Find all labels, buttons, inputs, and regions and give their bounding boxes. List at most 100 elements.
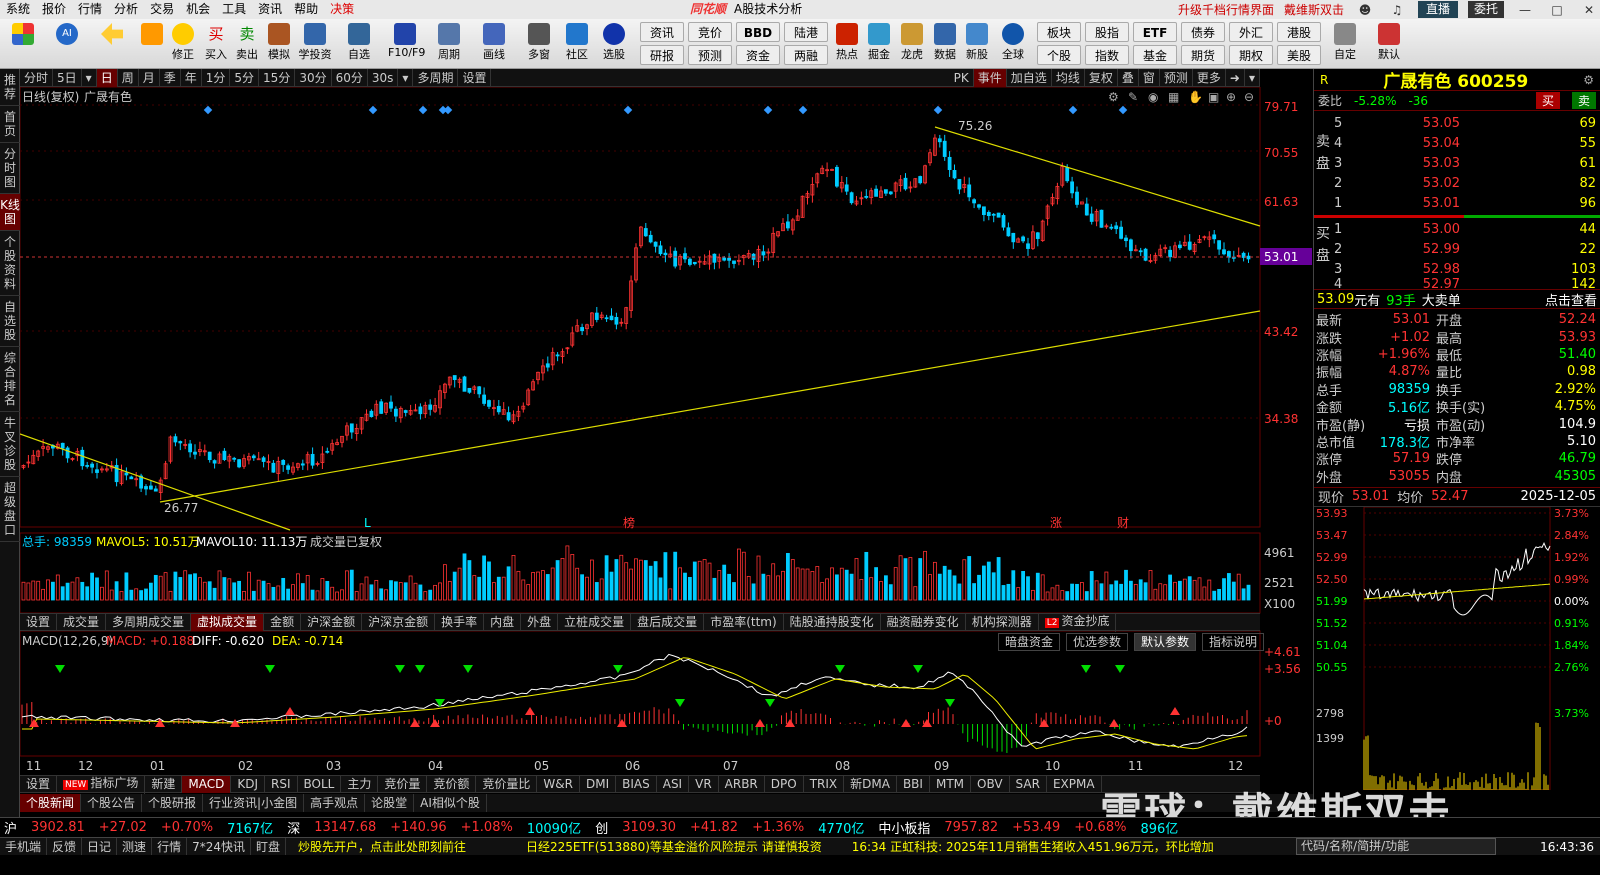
hotspot-button[interactable]: 热点 [830, 21, 864, 67]
period-1min[interactable]: 1分 [202, 68, 231, 87]
vtab-volume[interactable]: 成交量 [57, 613, 107, 631]
dig-button[interactable]: 掘金 [862, 21, 896, 67]
vtab-hsj-amount[interactable]: 沪深京金额 [362, 613, 436, 631]
itab-bbi[interactable]: BBI [897, 775, 930, 793]
community-button[interactable]: 社区 [560, 21, 594, 67]
ntab-forum[interactable]: 论股堂 [365, 794, 415, 812]
vtab-hs-amount[interactable]: 沪深金额 [301, 613, 363, 631]
ntab-announcement[interactable]: 个股公告 [81, 794, 143, 812]
sidebar-item-recommend[interactable]: 推荐 [0, 69, 20, 106]
quick-sell-button[interactable]: 卖 [1571, 92, 1596, 109]
global-button[interactable]: 全球 [996, 21, 1030, 67]
ntab-stock-news[interactable]: 个股新闻 [20, 794, 82, 812]
kline-chart-svg[interactable]: 日线(复权) 广晟有色 ⚙ ✎ ◉ ▦ ✋ ▣ ⊕ ⊖ 75.26 26.77 … [19, 86, 1315, 840]
forecast-tab-button[interactable]: 预测 [1160, 69, 1193, 87]
itab-new[interactable]: 新建 [145, 775, 183, 793]
menu-tools[interactable]: 工具 [216, 0, 252, 19]
hk-connect-button[interactable]: 陆港 [784, 22, 828, 42]
options-button[interactable]: 期权 [1229, 45, 1273, 65]
itab-vr[interactable]: VR [689, 775, 719, 793]
indicator-help-button[interactable]: 指标说明 [1202, 633, 1265, 651]
dwsst-link[interactable]: 戴维斯双击 [1284, 1, 1344, 18]
menu-news[interactable]: 资讯 [252, 0, 288, 19]
bell-icon[interactable]: ♫ [1386, 3, 1408, 17]
sh-label[interactable]: 沪 [4, 818, 17, 837]
vtab-pile-volume[interactable]: 立桩成交量 [558, 613, 632, 631]
vtab-margin-change[interactable]: 融资融券变化 [881, 613, 966, 631]
sz-label[interactable]: 深 [287, 818, 300, 837]
bid-row[interactable]: 1 53.00 44 [1334, 219, 1596, 239]
itab-expma[interactable]: EXPMA [1047, 775, 1102, 793]
news-button[interactable]: 资讯 [640, 22, 684, 42]
period-5day-dropdown[interactable]: ▾ [82, 68, 97, 87]
ntab-expert[interactable]: 高手观点 [304, 794, 366, 812]
ask-row[interactable]: 1 53.01 96 [1334, 193, 1596, 213]
ask-row[interactable]: 3 53.03 61 [1334, 153, 1596, 173]
status-mobile[interactable]: 手机端 [0, 838, 48, 855]
ntab-ai-similar[interactable]: AI相似个股 [414, 794, 487, 812]
period-button[interactable]: 周期 [432, 21, 466, 67]
big-order-link[interactable]: 点击查看 [1545, 290, 1597, 309]
user-icon[interactable]: ☻ [1354, 3, 1376, 17]
period-quarter[interactable]: 季 [160, 68, 181, 87]
quick-buy-button[interactable]: 买 [1535, 92, 1560, 109]
sector-button[interactable]: 板块 [1037, 22, 1081, 42]
more-dropdown-icon[interactable]: ▾ [1245, 69, 1260, 87]
period-15min[interactable]: 15分 [259, 68, 296, 87]
sidebar-item-diagnose[interactable]: 牛叉诊股 [0, 412, 20, 477]
itab-newdma[interactable]: 新DMA [844, 775, 897, 793]
search-input[interactable]: 代码/名称/简拼/功能 [1296, 838, 1496, 855]
status-speedtest[interactable]: 测速 [117, 838, 153, 855]
menu-analysis[interactable]: 分析 [108, 0, 144, 19]
futures-index-button[interactable]: 股指 [1085, 22, 1129, 42]
dark-capital-button[interactable]: 暗盘资金 [998, 633, 1061, 651]
bid-row[interactable]: 4 52.97 142 [1334, 277, 1596, 292]
panel-settings-icon[interactable]: ⚙ [1583, 73, 1594, 87]
status-flash-news[interactable]: 7*24快讯 [187, 838, 251, 855]
vtab-pe[interactable]: 市盈率(ttm) [704, 613, 784, 631]
multiwin-button[interactable]: 多窗 [522, 21, 556, 67]
capital-button[interactable]: 资金 [736, 45, 780, 65]
sidebar-item-profile[interactable]: 个股资料 [0, 231, 20, 296]
itab-asi[interactable]: ASI [657, 775, 690, 793]
minimize-icon[interactable]: — [1514, 3, 1536, 17]
itab-auction-vol[interactable]: 竞价量 [378, 775, 428, 793]
f10-button[interactable]: F10/F9 [388, 21, 425, 67]
updown-icon[interactable] [135, 21, 169, 67]
pk-button[interactable]: PK [950, 69, 974, 87]
itab-rsi[interactable]: RSI [265, 775, 298, 793]
chart-area[interactable]: 日线(复权) 广晟有色 ⚙ ✎ ◉ ▦ ✋ ▣ ⊕ ⊖ 75.26 26.77 … [19, 86, 1315, 840]
itab-wr[interactable]: W&R [537, 775, 580, 793]
vtab-hk-holding[interactable]: 陆股通持股变化 [784, 613, 881, 631]
itab-settings[interactable]: 设置 [20, 775, 58, 793]
bid-row[interactable]: 2 52.99 22 [1334, 239, 1596, 259]
itab-arbr[interactable]: ARBR [719, 775, 765, 793]
itab-main[interactable]: 主力 [341, 775, 379, 793]
futures-button[interactable]: 期货 [1181, 45, 1225, 65]
zxb-label[interactable]: 中小板指 [878, 818, 930, 837]
maximize-icon[interactable]: □ [1546, 3, 1568, 17]
itab-boll[interactable]: BOLL [298, 775, 342, 793]
vtab-amount[interactable]: 金额 [264, 613, 302, 631]
sidebar-item-ranking[interactable]: 综合排名 [0, 347, 20, 412]
overlay-button[interactable]: 叠 [1118, 69, 1139, 87]
status-market[interactable]: 行情 [152, 838, 188, 855]
bond-button[interactable]: 债券 [1181, 22, 1225, 42]
menu-quote[interactable]: 报价 [36, 0, 72, 19]
ticker-open-account[interactable]: 炒股先开户，点击此处即刻前往 [298, 838, 466, 855]
vtab-outer[interactable]: 外盘 [521, 613, 559, 631]
period-day[interactable]: 日 [96, 68, 118, 87]
auction-button[interactable]: 竞价 [688, 22, 732, 42]
itab-dpo[interactable]: DPO [765, 775, 804, 793]
restore-button[interactable]: 复权 [1085, 69, 1118, 87]
period-30s-dropdown[interactable]: ▾ [398, 68, 414, 87]
ntab-research[interactable]: 个股研报 [142, 794, 204, 812]
expand-icon[interactable]: ➜ [1226, 69, 1245, 87]
stock-button[interactable]: 个股 [1037, 45, 1081, 65]
itab-macd[interactable]: MACD [182, 775, 232, 793]
close-icon[interactable]: ✕ [1578, 3, 1600, 17]
sidebar-item-super-panel[interactable]: 超级盘口 [0, 477, 20, 542]
vtab-turnover[interactable]: 换手率 [435, 613, 485, 631]
order-button[interactable]: 委托 [1467, 1, 1504, 18]
back-icon[interactable] [95, 21, 129, 67]
